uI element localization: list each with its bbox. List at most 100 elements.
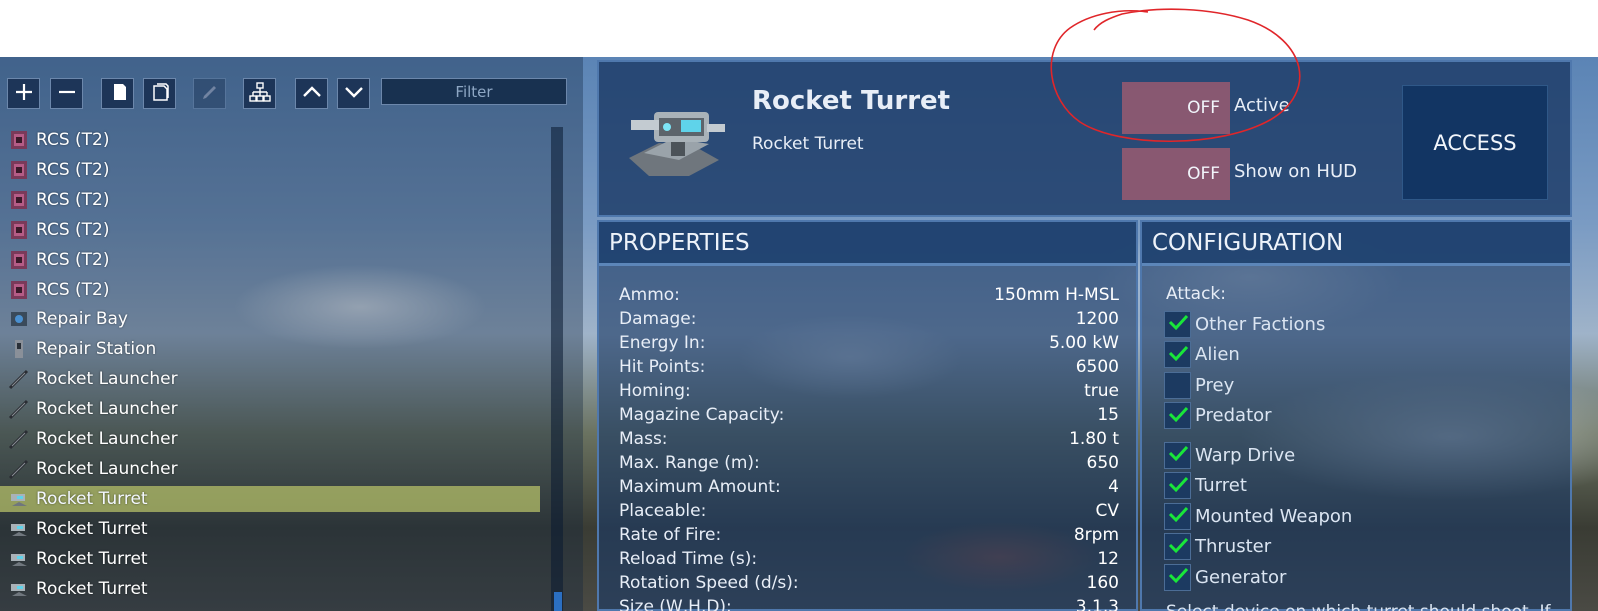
scrollbar-thumb[interactable]	[554, 592, 562, 611]
rocket-turret-icon	[8, 518, 30, 540]
access-button-label: ACCESS	[1433, 130, 1517, 155]
checkbox[interactable]	[1164, 310, 1191, 338]
list-item-label: Repair Station	[36, 339, 157, 360]
hud-toggle-state: OFF	[1187, 164, 1220, 184]
list-item[interactable]: RCS (T2)	[0, 217, 540, 243]
checkmark-icon	[1167, 342, 1189, 368]
device-info-panel: Rocket Turret Rocket Turret OFF Active O…	[597, 60, 1572, 217]
property-row: Magazine Capacity: 15	[619, 405, 1119, 429]
config-option[interactable]: Thruster	[1164, 533, 1271, 561]
rocket-launcher-icon	[8, 368, 30, 390]
property-key: Mass:	[619, 429, 668, 449]
list-item[interactable]: RCS (T2)	[0, 157, 540, 183]
property-value: 1200	[1075, 309, 1119, 329]
move-up-button[interactable]	[295, 78, 328, 109]
config-option-label: Prey	[1195, 374, 1235, 396]
property-value: 1.80 t	[1069, 429, 1119, 449]
remove-button[interactable]	[50, 78, 83, 109]
plus-icon	[13, 81, 35, 107]
config-option-label: Generator	[1195, 566, 1287, 588]
config-option[interactable]: Prey	[1164, 371, 1234, 399]
checkbox[interactable]	[1164, 371, 1191, 399]
config-option[interactable]: Mounted Weapon	[1164, 502, 1352, 530]
list-item[interactable]: Rocket Launcher	[0, 396, 540, 422]
list-item[interactable]: RCS (T2)	[0, 127, 540, 153]
checkbox[interactable]	[1164, 441, 1191, 469]
checkbox[interactable]	[1164, 402, 1191, 429]
list-item[interactable]: RCS (T2)	[0, 277, 540, 303]
list-item[interactable]: Rocket Launcher	[0, 456, 540, 482]
property-row: Max. Range (m): 650	[619, 453, 1119, 477]
config-option[interactable]: Predator	[1164, 402, 1272, 430]
list-item[interactable]: RCS (T2)	[0, 187, 540, 213]
config-option[interactable]: Other Factions	[1164, 310, 1325, 338]
repair-bay-icon	[8, 308, 30, 330]
config-option-label: Mounted Weapon	[1195, 505, 1353, 527]
property-row: Rotation Speed (d/s): 160	[619, 573, 1119, 597]
add-button[interactable]	[7, 78, 40, 109]
hierarchy-button[interactable]	[243, 78, 276, 109]
active-toggle[interactable]: OFF	[1122, 82, 1230, 134]
checkbox[interactable]	[1164, 472, 1191, 499]
rcs-icon	[8, 249, 30, 271]
property-row: Size (W,H,D): 3,1,3	[619, 597, 1119, 611]
list-item[interactable]: Rocket Turret	[0, 546, 540, 572]
list-item-label: RCS (T2)	[36, 130, 110, 150]
rocket-launcher-icon	[8, 428, 30, 450]
property-row: Energy In: 5.00 kW	[619, 333, 1119, 357]
property-value: 150mm H-MSL	[994, 285, 1119, 305]
checkbox[interactable]	[1164, 502, 1191, 530]
property-key: Size (W,H,D):	[619, 597, 732, 611]
property-row: Maximum Amount: 4	[619, 477, 1119, 501]
config-option[interactable]: Turret	[1164, 472, 1247, 500]
paste-button[interactable]	[143, 78, 176, 109]
checkmark-icon	[1167, 564, 1189, 590]
copy-button[interactable]	[101, 78, 134, 109]
config-option[interactable]: Generator	[1164, 563, 1286, 591]
config-option-label: Predator	[1195, 405, 1272, 426]
config-option-label: Warp Drive	[1195, 444, 1296, 466]
configuration-panel: CONFIGURATION Attack: Other Factions Alie…	[1140, 220, 1572, 611]
property-row: Hit Points: 6500	[619, 357, 1119, 381]
config-option[interactable]: Alien	[1164, 341, 1240, 369]
game-scene-background: RCS (T2) RCS (T2) RCS (T2) RCS (T2) RCS (T2)…	[0, 57, 1598, 611]
access-button[interactable]: ACCESS	[1402, 85, 1548, 200]
copy-icon	[107, 81, 129, 107]
list-item[interactable]: Rocket Turret	[0, 576, 540, 602]
list-item[interactable]: RCS (T2)	[0, 247, 540, 273]
list-item[interactable]: Rocket Launcher	[0, 366, 540, 392]
list-item-label: RCS (T2)	[36, 279, 110, 300]
filter-input[interactable]	[381, 78, 567, 105]
property-value: CV	[1095, 501, 1120, 521]
property-key: Ammo:	[619, 285, 680, 305]
hierarchy-icon	[248, 81, 271, 107]
property-value: 6500	[1075, 357, 1119, 377]
property-key: Energy In:	[619, 333, 706, 353]
list-scrollbar[interactable]	[551, 127, 563, 611]
move-down-button[interactable]	[337, 78, 370, 109]
edit-icon	[199, 81, 221, 107]
checkmark-icon	[1167, 403, 1189, 429]
list-item[interactable]: Rocket Turret	[0, 485, 540, 512]
rocket-turret-icon	[8, 488, 30, 510]
checkmark-icon	[1167, 442, 1189, 468]
repair-station-icon	[8, 338, 30, 360]
rocket-turret-image	[629, 112, 725, 176]
list-item[interactable]: Repair Bay	[0, 306, 540, 332]
property-row: Homing: true	[619, 381, 1119, 405]
checkbox[interactable]	[1164, 341, 1191, 368]
property-value: 4	[1108, 477, 1119, 497]
list-item[interactable]: Rocket Turret	[0, 516, 540, 542]
checkbox[interactable]	[1164, 533, 1191, 560]
checkbox[interactable]	[1164, 563, 1191, 591]
list-item[interactable]: Rocket Launcher	[0, 426, 540, 452]
list-item-label: Rocket Launcher	[36, 458, 178, 479]
property-key: Max. Range (m):	[619, 453, 760, 473]
hud-toggle[interactable]: OFF	[1122, 148, 1230, 200]
config-option-label: Other Factions	[1195, 313, 1326, 335]
list-item-label: Rocket Turret	[36, 488, 148, 509]
config-option-label: Turret	[1195, 475, 1247, 496]
list-item[interactable]: Repair Station	[0, 336, 540, 362]
config-option[interactable]: Warp Drive	[1164, 441, 1295, 469]
configuration-header: CONFIGURATION	[1142, 222, 1570, 266]
